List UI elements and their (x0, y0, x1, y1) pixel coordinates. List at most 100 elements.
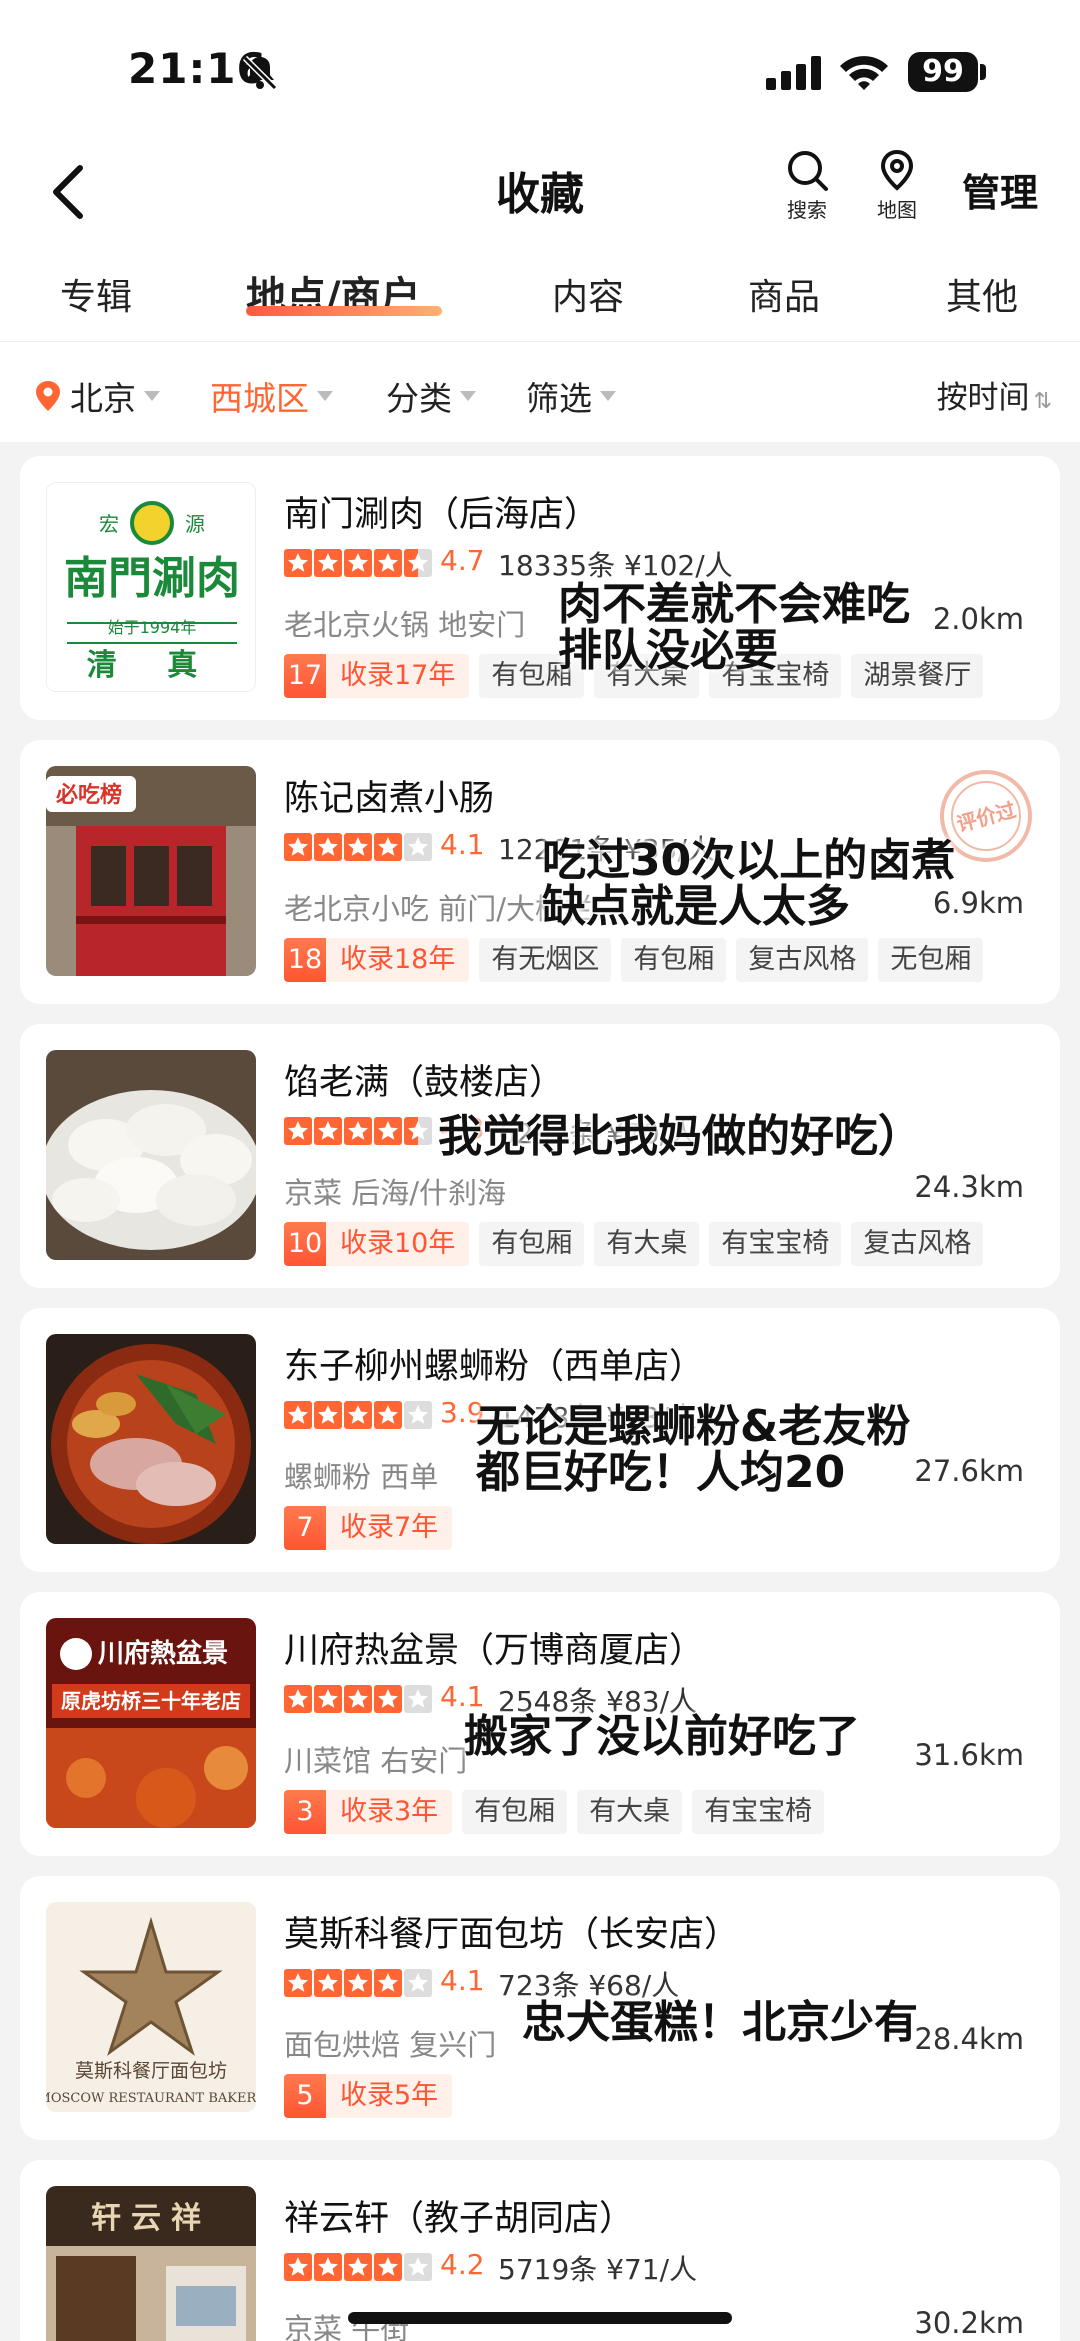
map-label: 地图 (877, 198, 917, 222)
tab-content[interactable]: 内容 (552, 268, 624, 320)
home-indicator[interactable] (348, 2312, 732, 2324)
distance: 31.6km (914, 1738, 1024, 1772)
star-icon (314, 1685, 342, 1713)
star-icon (404, 833, 432, 861)
city-filter[interactable]: 北京 (34, 372, 160, 420)
search-icon (788, 151, 828, 191)
collect-years-badge: 10 收录10年 (284, 1222, 470, 1266)
rating-score: 4.1 (440, 828, 485, 861)
category-area: 老北京火锅 地安门 (284, 608, 526, 642)
collect-years-badge: 18 收录18年 (284, 938, 470, 982)
distance: 2.0km (932, 602, 1024, 636)
wifi-icon (840, 56, 888, 90)
handwritten-note: 忠犬蛋糕！北京少有 (522, 1997, 918, 2048)
shop-thumbnail[interactable] (46, 1334, 256, 1544)
shop-name: 馅老满（鼓楼店） (284, 1063, 565, 1103)
category-filter-label: 分类 (386, 379, 452, 418)
svg-text:原虎坊桥三十年老店: 原虎坊桥三十年老店 (61, 1689, 241, 1713)
shop-name: 陈记卤煮小肠 (284, 779, 495, 819)
shop-card[interactable]: 东子柳州螺蛳粉（西单店） 3.9 1478条 ¥23/人 螺蛳粉 西单 27.6… (20, 1308, 1060, 1572)
feature-tag: 有大桌 (594, 1222, 700, 1266)
city-filter-label: 北京 (70, 379, 136, 418)
star-icon (284, 1401, 312, 1429)
star-icon (344, 1685, 372, 1713)
feature-tag: 复古风格 (851, 1222, 984, 1266)
collect-years-number: 7 (284, 1506, 326, 1550)
star-icon (374, 1401, 402, 1429)
shop-card[interactable]: 必吃榜 陈记卤煮小肠 4.1 12201条 ¥35/人 老北京小吃 前门/大栅栏… (20, 740, 1060, 1004)
collect-years-number: 5 (284, 2074, 326, 2118)
shop-card[interactable]: 馅老满（鼓楼店） 4.3 6294条 ¥70/人 京菜 后海/什刹海 24.3k… (20, 1024, 1060, 1288)
chevron-down-icon (460, 391, 476, 401)
shop-thumbnail[interactable]: 宏 源 南門涮肉 始于1994年 清 真 (46, 482, 256, 692)
handwritten-note: 吃过30次以上的卤煮 缺点就是人太多 (542, 835, 956, 933)
shop-thumbnail[interactable]: 莫斯科餐厅面包坊 MOSCOW RESTAURANT BAKERY (46, 1902, 256, 2112)
category-filter[interactable]: 分类 (386, 372, 476, 420)
svg-text:莫斯科餐厅面包坊: 莫斯科餐厅面包坊 (75, 2060, 227, 2082)
star-icon (344, 1969, 372, 1997)
review-count-price: 18335条 ¥102/人 (498, 549, 733, 582)
svg-text:清 真: 清 真 (87, 648, 217, 683)
tab-albums[interactable]: 专辑 (60, 268, 132, 320)
location-pin-icon (36, 381, 60, 411)
shop-thumbnail[interactable]: 川府熱盆景 原虎坊桥三十年老店 (46, 1618, 256, 1828)
sort-icon: ⇅ (1033, 389, 1052, 414)
handwritten-note: 我觉得比我妈做的好吃） (438, 1111, 922, 1162)
rating-score: 4.2 (440, 2248, 485, 2281)
map-button[interactable]: 地图 (862, 148, 932, 223)
shop-card[interactable]: 川府熱盆景 原虎坊桥三十年老店 川府热盆景（万博商厦店） 4.1 2548条 ¥… (20, 1592, 1060, 1856)
screen-filter-label: 筛选 (526, 379, 592, 418)
shop-thumbnail[interactable]: 必吃榜 (46, 766, 256, 976)
feature-tag: 复古风格 (736, 938, 869, 982)
tab-other[interactable]: 其他 (946, 268, 1018, 320)
star-icon (284, 1969, 312, 1997)
shop-thumbnail[interactable] (46, 1050, 256, 1260)
sort-label: 按时间 (936, 380, 1030, 416)
nanmen-logo-image: 宏 源 南門涮肉 始于1994年 清 真 (47, 483, 255, 691)
star-icon (284, 1685, 312, 1713)
battery-nub (980, 64, 986, 80)
svg-text:MOSCOW RESTAURANT BAKERY: MOSCOW RESTAURANT BAKERY (46, 2091, 256, 2106)
collect-years-label: 收录7年 (326, 1506, 453, 1550)
distance: 27.6km (914, 1454, 1024, 1488)
star-icon (314, 1117, 342, 1145)
feature-tag: 有宝宝椅 (692, 1790, 825, 1834)
handwritten-note: 搬家了没以前好吃了 (464, 1711, 860, 1762)
search-button[interactable]: 搜索 (772, 148, 842, 223)
svg-text:宏: 宏 (99, 512, 119, 536)
handwritten-note: 无论是螺蛳粉&老友粉 都巨好吃！人均20 (476, 1401, 911, 1499)
district-filter[interactable]: 西城区 (210, 372, 333, 420)
star-icon (404, 549, 432, 577)
star-icon (284, 2253, 312, 2281)
collect-years-badge: 17 收录17年 (284, 654, 470, 698)
chenji-storefront-image: 必吃榜 (46, 766, 256, 976)
feature-tag: 有大桌 (577, 1790, 683, 1834)
star-icon (404, 1969, 432, 1997)
shop-name: 南门涮肉（后海店） (284, 495, 600, 535)
star-icon (404, 2253, 432, 2281)
screen-filter[interactable]: 筛选 (526, 372, 616, 420)
collect-years-label: 收录17年 (326, 654, 470, 698)
shop-thumbnail[interactable]: 轩云祥 (46, 2186, 256, 2341)
feature-tag: 有包厢 (621, 938, 727, 982)
collect-years-label: 收录18年 (326, 938, 470, 982)
collect-years-label: 收录5年 (326, 2074, 453, 2118)
chevron-down-icon (600, 391, 616, 401)
tab-products[interactable]: 商品 (748, 268, 820, 320)
battery-indicator: 99 (908, 52, 978, 92)
star-icon (344, 549, 372, 577)
rating-stars (284, 549, 434, 579)
svg-text:川府熱盆景: 川府熱盆景 (98, 1638, 228, 1669)
shop-card[interactable]: 莫斯科餐厅面包坊 MOSCOW RESTAURANT BAKERY 莫斯科餐厅面… (20, 1876, 1060, 2140)
collect-years-label: 收录10年 (326, 1222, 470, 1266)
sort-by-time[interactable]: 按时间 ⇅ (937, 372, 1052, 417)
manage-button[interactable]: 管理 (962, 162, 1038, 217)
star-icon (344, 1117, 372, 1145)
distance: 24.3km (914, 1170, 1024, 1204)
tag-row: 3 收录3年 有包厢 有大桌 有宝宝椅 (284, 1790, 825, 1834)
shop-card[interactable]: 宏 源 南門涮肉 始于1994年 清 真 南门涮肉（后海店） 4.7 18335… (20, 456, 1060, 720)
svg-text:始于1994年: 始于1994年 (108, 618, 197, 637)
district-filter-label: 西城区 (210, 379, 309, 418)
search-label: 搜索 (787, 198, 827, 222)
tag-row: 10 收录10年 有包厢 有大桌 有宝宝椅 复古风格 (284, 1222, 984, 1266)
